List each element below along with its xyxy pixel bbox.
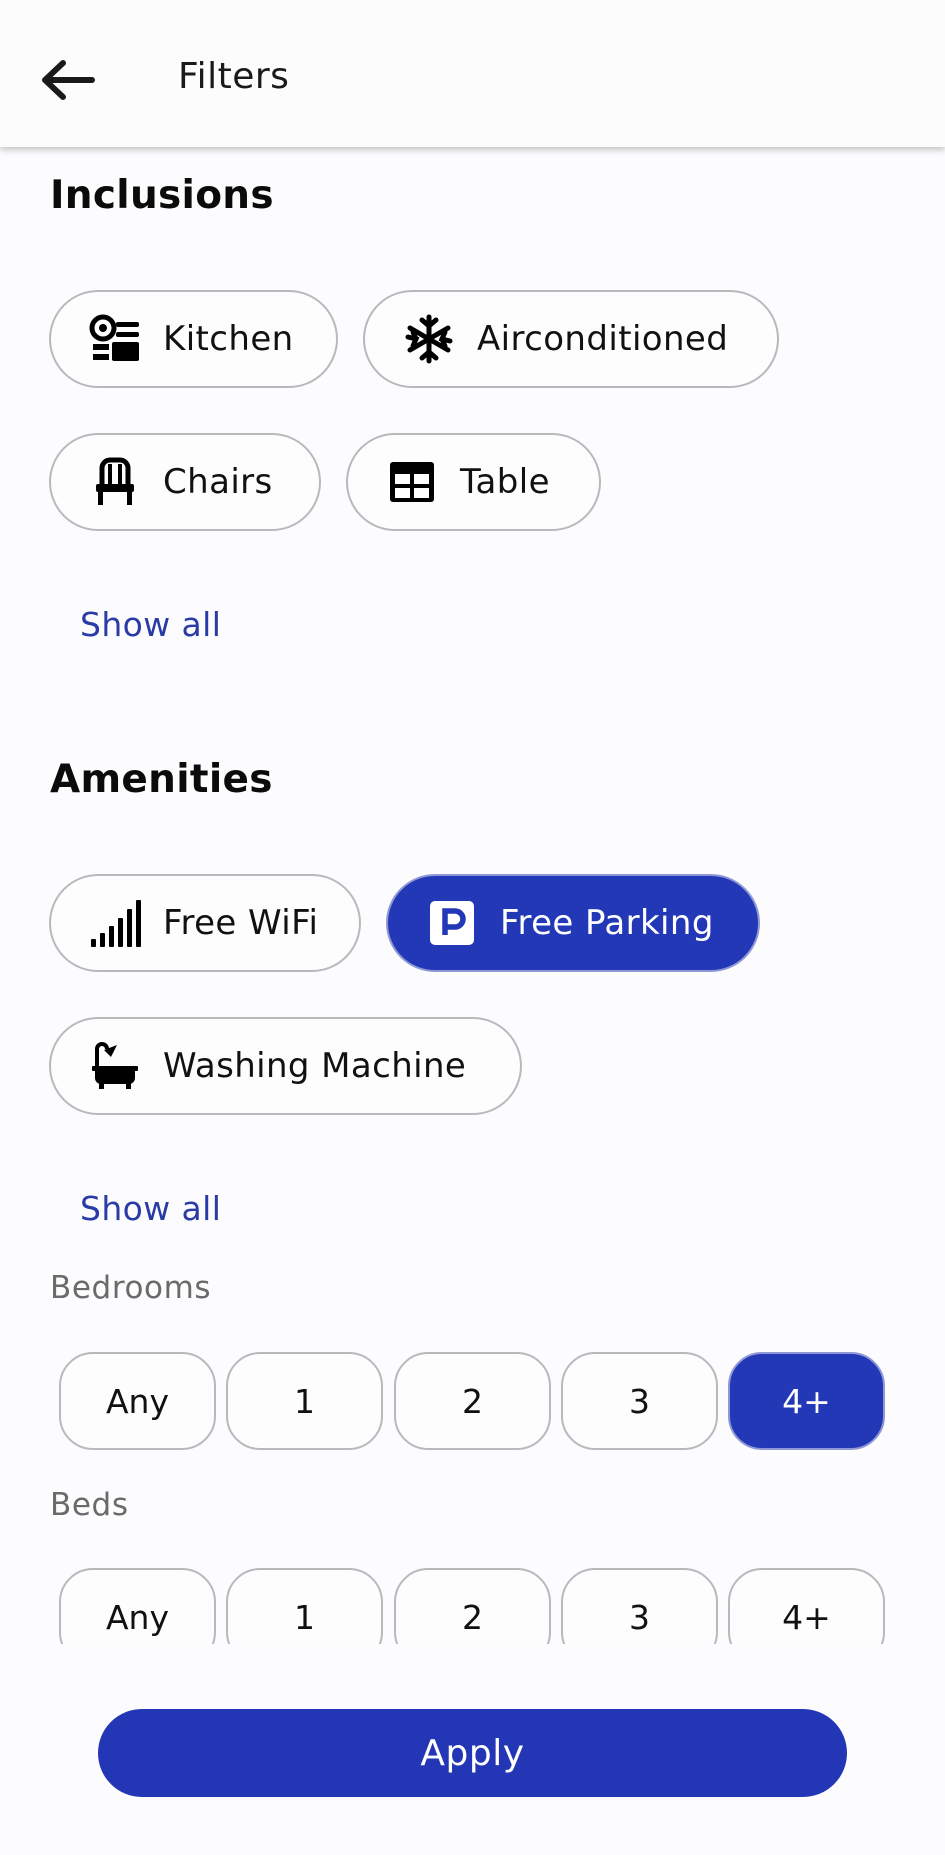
page-title: Filters — [178, 56, 290, 97]
chip-washing-machine[interactable]: Washing Machine — [49, 1017, 522, 1115]
beds-option-2[interactable]: 2 — [394, 1568, 551, 1644]
chip-airconditioned[interactable]: Airconditioned — [363, 290, 779, 388]
chip-label: Airconditioned — [477, 319, 729, 359]
bedrooms-option-1[interactable]: 1 — [226, 1352, 383, 1450]
bedrooms-option-any[interactable]: Any — [59, 1352, 216, 1450]
amenities-show-all-link[interactable]: Show all — [80, 1189, 221, 1228]
bedrooms-option-4plus[interactable]: 4+ — [728, 1352, 885, 1450]
bathtub-icon — [89, 1040, 141, 1092]
bedrooms-option-3[interactable]: 3 — [561, 1352, 718, 1450]
filters-scroll-area[interactable]: Inclusions Kitchen Airconditioned Chairs… — [0, 147, 945, 1644]
kitchen-icon — [89, 313, 141, 365]
beds-option-1[interactable]: 1 — [226, 1568, 383, 1644]
bedrooms-option-2[interactable]: 2 — [394, 1352, 551, 1450]
snowflake-icon — [403, 313, 455, 365]
chip-table[interactable]: Table — [346, 433, 601, 531]
chip-label: Free Parking — [500, 903, 714, 943]
chip-label: Table — [460, 462, 550, 502]
table-icon — [386, 456, 438, 508]
chip-kitchen[interactable]: Kitchen — [49, 290, 338, 388]
chip-free-wifi[interactable]: Free WiFi — [49, 874, 361, 972]
chip-label: Chairs — [163, 462, 273, 502]
beds-title: Beds — [50, 1487, 129, 1523]
chip-label: Kitchen — [163, 319, 294, 359]
beds-option-3[interactable]: 3 — [561, 1568, 718, 1644]
back-button[interactable] — [36, 52, 98, 108]
chair-icon — [89, 456, 141, 508]
parking-icon — [426, 897, 478, 949]
amenities-title: Amenities — [50, 757, 273, 802]
beds-option-4plus[interactable]: 4+ — [728, 1568, 885, 1644]
signal-icon — [89, 897, 141, 949]
beds-option-any[interactable]: Any — [59, 1568, 216, 1644]
chip-free-parking[interactable]: Free Parking — [386, 874, 760, 972]
arrow-left-icon — [42, 60, 95, 100]
inclusions-show-all-link[interactable]: Show all — [80, 605, 221, 644]
chip-chairs[interactable]: Chairs — [49, 433, 321, 531]
chip-label: Free WiFi — [163, 903, 319, 943]
app-header: Filters — [0, 0, 945, 147]
chip-label: Washing Machine — [163, 1046, 467, 1086]
apply-button[interactable]: Apply — [98, 1709, 847, 1797]
bedrooms-title: Bedrooms — [50, 1270, 212, 1306]
inclusions-title: Inclusions — [50, 173, 274, 218]
